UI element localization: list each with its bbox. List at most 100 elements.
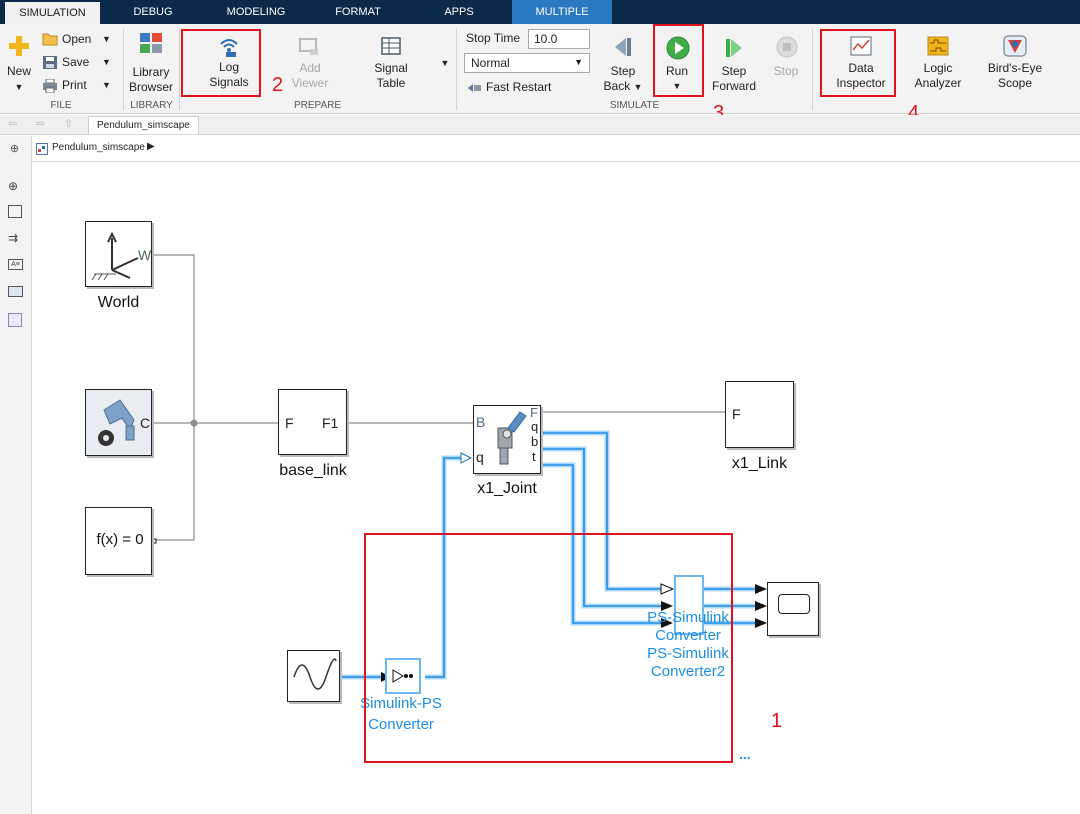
revolute-joint-block[interactable]: B q F q b t: [473, 405, 541, 474]
tab-apps[interactable]: APPS: [433, 0, 485, 24]
tab-modeling[interactable]: MODELING: [215, 0, 297, 24]
fast-restart-icon: [466, 81, 482, 99]
annotation-number-2: 2: [272, 74, 284, 96]
breadcrumb: Pendulum_simscape ▶: [0, 136, 1080, 162]
new-icon[interactable]: [8, 34, 30, 63]
base-link-block[interactable]: F F1: [278, 389, 347, 455]
chevron-down-icon: ▼: [574, 57, 583, 67]
back-arrow-icon[interactable]: ⇦: [8, 117, 17, 130]
x1-link-port-f: F: [732, 406, 741, 422]
step-back-button[interactable]: Step Back ▼: [602, 64, 644, 95]
zoom-in-icon[interactable]: ⊕: [8, 179, 18, 193]
new-button[interactable]: New: [3, 64, 35, 79]
joint-port-q: q: [531, 419, 539, 434]
folder-open-icon: [42, 32, 58, 51]
step-forward-label-1: Step: [721, 64, 747, 78]
ribbon-toolstrip: New ▼ Open ▼ Save ▼ Print ▼ FILE Library…: [0, 24, 1080, 124]
x1-link-block[interactable]: F: [725, 381, 794, 448]
mechanism-configuration-block[interactable]: C: [85, 389, 152, 456]
more-blocks-ellipsis[interactable]: ...: [739, 746, 751, 762]
save-button[interactable]: Save: [62, 53, 89, 71]
world-frame-block[interactable]: W: [85, 221, 152, 287]
breadcrumb-chevron-icon[interactable]: ▶: [147, 141, 155, 152]
simulink-window: SIMULATION DEBUG MODELING FORMAT APPS MU…: [0, 0, 1080, 814]
x1-link-label: x1_Link: [731, 455, 788, 472]
signal-table-icon: [381, 37, 401, 60]
simulation-mode-select[interactable]: Normal ▼: [464, 53, 590, 73]
birds-eye-scope-button[interactable]: Bird's-Eye Scope: [984, 61, 1046, 91]
print-button[interactable]: Print: [62, 76, 87, 94]
signal-table-label-1: Signal: [374, 61, 408, 75]
logic-analyzer-button[interactable]: Logic Analyzer: [906, 61, 970, 91]
tab-simulation[interactable]: SIMULATION: [5, 0, 100, 24]
stop-time-label: Stop Time: [466, 31, 521, 45]
stop-time-input[interactable]: 10.0: [528, 29, 590, 49]
group-label-simulate: SIMULATE: [609, 100, 660, 111]
arrow-icon[interactable]: ⇉: [8, 231, 18, 245]
scope-display-icon: [778, 594, 810, 614]
prepare-gallery-expand-icon[interactable]: ▼: [437, 56, 453, 71]
open-button[interactable]: Open: [62, 30, 91, 48]
x1-joint-label: x1_Joint: [477, 480, 537, 497]
chevron-down-icon[interactable]: ▼: [13, 80, 25, 95]
step-back-icon: [611, 35, 635, 64]
library-browser-label-1: Library: [132, 65, 170, 79]
group-divider: [179, 28, 180, 110]
config-port-c: C: [140, 415, 151, 431]
chevron-down-icon[interactable]: ▼: [102, 30, 111, 48]
group-label-file: FILE: [50, 100, 72, 111]
hide-browser-icon[interactable]: ⊕: [10, 142, 19, 155]
signal-table-label-2: Table: [376, 76, 406, 90]
scope-block[interactable]: [767, 582, 819, 636]
chevron-down-icon[interactable]: ▼: [102, 76, 111, 94]
forward-arrow-icon[interactable]: ⇨: [36, 117, 45, 130]
image-tool-icon[interactable]: [8, 286, 23, 297]
birds-eye-scope-icon: [1003, 35, 1027, 62]
base-link-port-f1: F1: [322, 415, 339, 431]
step-forward-label-2: Forward: [711, 79, 756, 93]
joint-port-f: F: [530, 405, 538, 420]
add-viewer-button[interactable]: Add Viewer: [285, 61, 335, 91]
breadcrumb-model[interactable]: Pendulum_simscape: [52, 142, 145, 153]
area-tool-icon[interactable]: [8, 313, 22, 327]
model-icon: [36, 143, 48, 155]
logic-analyzer-label-1: Logic: [923, 61, 953, 75]
add-viewer-label-1: Add: [299, 61, 321, 75]
fast-restart-toggle[interactable]: Fast Restart: [486, 78, 551, 96]
joint-port-b: B: [476, 414, 486, 430]
world-port-w: W: [138, 247, 152, 263]
save-icon: [42, 55, 58, 75]
step-back-label-2: Back ▼: [602, 79, 644, 95]
world-block-label: World: [97, 294, 140, 311]
sine-wave-block[interactable]: [287, 650, 340, 702]
signal-table-button[interactable]: Signal Table: [366, 61, 416, 91]
up-arrow-icon[interactable]: ⇧: [64, 117, 73, 130]
logic-analyzer-icon: [927, 36, 949, 61]
add-viewer-icon: [298, 37, 320, 62]
step-forward-button[interactable]: Step Forward: [708, 64, 760, 94]
annotation-tool-icon[interactable]: A≡: [8, 259, 23, 270]
library-browser-button[interactable]: Library Browser: [126, 65, 176, 95]
step-back-label-2-text: Back: [603, 79, 631, 93]
chevron-down-icon[interactable]: ▼: [102, 53, 111, 71]
joint-port-b-out: b: [531, 434, 539, 449]
group-divider: [123, 28, 124, 110]
tab-multiple[interactable]: MULTIPLE: [512, 0, 612, 24]
tab-debug[interactable]: DEBUG: [120, 0, 186, 24]
model-canvas[interactable]: W World C f(x) = 0 F F1 base_link B q F …: [33, 163, 1080, 814]
logic-analyzer-label-2: Analyzer: [914, 76, 962, 90]
annotation-number-1: 1: [771, 710, 783, 732]
group-label-prepare: PREPARE: [293, 100, 342, 111]
stop-button[interactable]: Stop: [766, 64, 806, 79]
base-link-label: base_link: [279, 462, 347, 479]
library-browser-label-2: Browser: [128, 80, 173, 94]
simulation-mode-value: Normal: [471, 56, 510, 70]
fit-to-view-icon[interactable]: [8, 205, 22, 218]
left-tool-palette: ⊕ ⊕ ⇉ A≡: [0, 136, 32, 814]
birds-eye-label-1: Bird's-Eye: [987, 61, 1043, 75]
annotation-box-3: [653, 24, 704, 97]
add-viewer-label-2: Viewer: [291, 76, 329, 90]
solver-configuration-block[interactable]: f(x) = 0: [85, 507, 152, 575]
tab-format[interactable]: FORMAT: [325, 0, 391, 24]
model-tab[interactable]: Pendulum_simscape: [88, 116, 199, 134]
